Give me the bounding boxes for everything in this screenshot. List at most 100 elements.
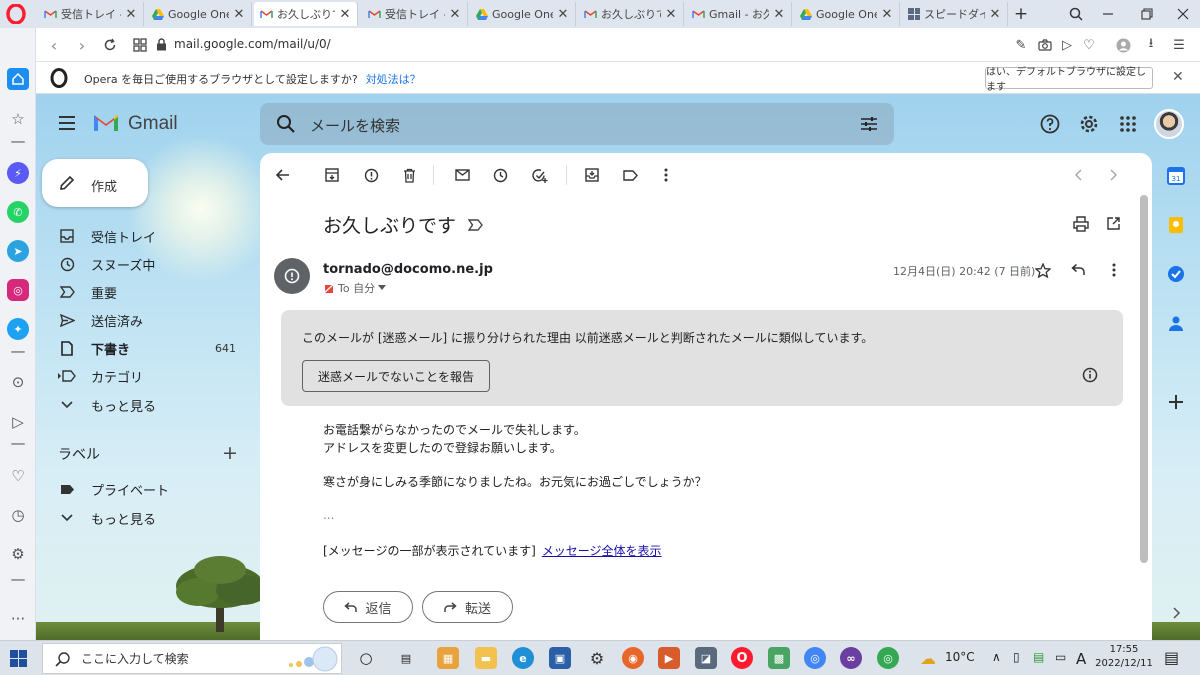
reply-icon[interactable] bbox=[1071, 264, 1085, 276]
opera-taskbar-icon[interactable]: O bbox=[731, 647, 753, 669]
info-icon[interactable] bbox=[1082, 367, 1098, 383]
task-view-icon[interactable]: ○ bbox=[355, 647, 377, 669]
restore-icon[interactable] bbox=[1137, 4, 1157, 24]
close-icon[interactable]: ✕ bbox=[1172, 69, 1184, 85]
nav-item-snoozed[interactable]: スヌーズ中 bbox=[58, 253, 248, 275]
history-icon[interactable]: ◷ bbox=[8, 506, 28, 524]
browser-tab[interactable]: スピードダイヤル ✕ bbox=[902, 2, 1008, 26]
keep-icon[interactable] bbox=[1167, 216, 1185, 234]
send-icon[interactable]: ▷ bbox=[1058, 36, 1076, 54]
search-icon[interactable] bbox=[276, 114, 296, 134]
minimize-icon[interactable] bbox=[1098, 4, 1118, 24]
instagram-icon[interactable]: ◎ bbox=[7, 279, 29, 301]
gmail-logo-icon[interactable] bbox=[92, 113, 120, 133]
tab-close-icon[interactable]: ✕ bbox=[339, 7, 351, 22]
tab-close-icon[interactable]: ✕ bbox=[665, 7, 677, 22]
account-avatar[interactable] bbox=[1154, 109, 1184, 139]
twitter-icon[interactable]: ✦ bbox=[7, 318, 29, 340]
nav-item-categories[interactable]: カテゴリ bbox=[58, 365, 248, 387]
search-input[interactable]: メールを検索 bbox=[310, 115, 400, 136]
widgets-icon[interactable]: ▤ bbox=[395, 647, 417, 669]
older-icon[interactable] bbox=[1103, 165, 1123, 185]
photos-app-icon[interactable]: ▦ bbox=[437, 647, 459, 669]
nav-item-more[interactable]: もっと見る bbox=[58, 394, 248, 416]
back-arrow-icon[interactable] bbox=[273, 165, 293, 185]
tab-close-icon[interactable]: ✕ bbox=[449, 7, 461, 22]
browser-tab[interactable]: Google One ✕ bbox=[146, 2, 252, 26]
reply-button[interactable]: 返信 bbox=[323, 591, 413, 623]
windows-start-icon[interactable] bbox=[10, 650, 27, 667]
report-spam-icon[interactable] bbox=[361, 165, 381, 185]
star-icon[interactable] bbox=[1035, 263, 1051, 278]
tabs-overview-icon[interactable] bbox=[130, 35, 150, 55]
back-icon[interactable]: ‹ bbox=[44, 35, 64, 55]
add-label-button[interactable]: + bbox=[222, 442, 238, 464]
network-icon[interactable]: ▭ bbox=[1055, 650, 1066, 664]
ime-indicator[interactable]: A bbox=[1076, 650, 1086, 668]
get-addons-icon[interactable] bbox=[1167, 393, 1185, 411]
more-options-icon[interactable] bbox=[1112, 263, 1116, 277]
profile-icon[interactable] bbox=[1114, 36, 1132, 54]
tray-overflow-icon[interactable]: ∧ bbox=[992, 650, 1001, 664]
forward-button[interactable]: 転送 bbox=[422, 591, 513, 623]
heart-icon[interactable]: ♡ bbox=[1080, 36, 1098, 54]
lock-icon[interactable] bbox=[156, 38, 167, 51]
more-icon[interactable]: ··· bbox=[8, 610, 28, 628]
browser-tab[interactable]: 受信トレイ - ah ✕ bbox=[38, 2, 144, 26]
browser-tab-active[interactable]: お久しぶりです ✕ bbox=[254, 2, 358, 26]
add-task-icon[interactable] bbox=[530, 165, 550, 185]
trimmed-content-marker[interactable]: ... bbox=[323, 508, 334, 522]
firefox-icon[interactable]: ◉ bbox=[622, 647, 644, 669]
mark-unread-icon[interactable] bbox=[452, 165, 472, 185]
notice-help-link[interactable]: 対処法は？ bbox=[366, 73, 421, 86]
settings-gear-icon[interactable] bbox=[1078, 113, 1100, 135]
app-tray-icon[interactable]: ▤ bbox=[1033, 650, 1044, 664]
edit-icon[interactable]: ✎ bbox=[1012, 36, 1030, 54]
main-menu-icon[interactable] bbox=[58, 115, 76, 131]
vpn-app-icon[interactable]: ∞ bbox=[840, 647, 862, 669]
browser-tab[interactable]: Gmail - お久 ✕ bbox=[686, 2, 792, 26]
taskbar-search-input[interactable]: ここに入力して検索 bbox=[81, 650, 189, 667]
taskbar-search[interactable]: ここに入力して検索 bbox=[42, 643, 342, 674]
reload-icon[interactable] bbox=[100, 35, 120, 55]
tab-close-icon[interactable]: ✕ bbox=[989, 7, 1001, 22]
open-new-window-icon[interactable] bbox=[1106, 216, 1121, 231]
view-entire-message-link[interactable]: メッセージ全体を表示 bbox=[542, 544, 662, 558]
forward-icon[interactable]: › bbox=[72, 35, 92, 55]
apps-grid-icon[interactable] bbox=[1117, 113, 1139, 135]
camera-icon[interactable] bbox=[1036, 36, 1054, 54]
telegram-icon[interactable]: ➤ bbox=[7, 240, 29, 262]
taskbar-clock[interactable]: 17:55 2022/12/11 bbox=[1094, 643, 1154, 671]
file-explorer-icon[interactable]: ▬ bbox=[475, 647, 497, 669]
media-player-icon[interactable]: ▶ bbox=[658, 647, 680, 669]
nav-item-sent[interactable]: 送信済み bbox=[58, 309, 248, 331]
print-icon[interactable] bbox=[1073, 216, 1089, 232]
player-icon[interactable]: ⊙ bbox=[8, 373, 28, 391]
opera-logo-icon[interactable] bbox=[6, 4, 26, 24]
tab-close-icon[interactable]: ✕ bbox=[233, 7, 245, 22]
chrome-profile-icon[interactable]: ◎ bbox=[877, 647, 899, 669]
label-as-icon[interactable] bbox=[620, 165, 640, 185]
desktop-app-icon[interactable]: ◪ bbox=[695, 647, 717, 669]
snooze-icon[interactable] bbox=[490, 165, 510, 185]
label-item-private[interactable]: プライベート bbox=[58, 478, 248, 500]
importance-marker-icon[interactable] bbox=[468, 219, 484, 231]
search-options-icon[interactable] bbox=[859, 114, 879, 134]
weather-icon[interactable]: ☁ bbox=[917, 647, 939, 669]
messenger-icon[interactable]: ⚡ bbox=[7, 162, 29, 184]
notepad-app-icon[interactable]: ▩ bbox=[768, 647, 790, 669]
notifications-icon[interactable]: ▤ bbox=[1164, 648, 1179, 667]
store-icon[interactable]: ▣ bbox=[549, 647, 571, 669]
calendar-icon[interactable]: 31 bbox=[1167, 167, 1185, 185]
settings-app-icon[interactable]: ⚙ bbox=[586, 647, 608, 669]
new-tab-button[interactable]: + bbox=[1011, 4, 1031, 24]
chrome-icon[interactable]: ◎ bbox=[804, 647, 826, 669]
help-icon[interactable] bbox=[1039, 113, 1061, 135]
tab-search-icon[interactable] bbox=[1066, 4, 1086, 24]
settings-icon[interactable]: ⚙ bbox=[8, 545, 28, 563]
home-icon[interactable] bbox=[7, 68, 29, 90]
delete-icon[interactable] bbox=[399, 165, 419, 185]
archive-icon[interactable] bbox=[322, 165, 342, 185]
label-item-more[interactable]: もっと見る bbox=[58, 507, 248, 529]
report-not-spam-button[interactable]: 迷惑メールでないことを報告 bbox=[302, 360, 490, 392]
